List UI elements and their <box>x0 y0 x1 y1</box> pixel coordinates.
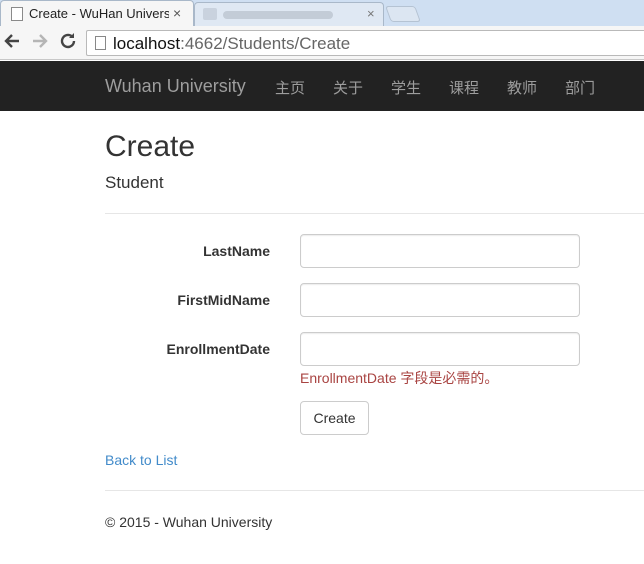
browser-tab-active[interactable]: Create - WuHan Univers × <box>0 0 194 26</box>
tab-close-icon[interactable]: × <box>367 6 375 21</box>
divider <box>105 213 644 214</box>
tab-title: Create - WuHan Univers <box>29 6 169 21</box>
tab-title-blurred <box>223 11 333 19</box>
nav-item-instructors[interactable]: 教师 <box>507 77 537 98</box>
nav-item-students[interactable]: 学生 <box>391 77 421 98</box>
enrollmentdate-label: EnrollmentDate <box>166 341 270 357</box>
reload-icon[interactable] <box>58 31 78 56</box>
page-title: Create <box>105 130 196 163</box>
enrollmentdate-validation-error: EnrollmentDate 字段是必需的。 <box>300 370 499 386</box>
lastname-label: LastName <box>203 243 270 259</box>
nav-item-departments[interactable]: 部门 <box>565 77 595 98</box>
back-arrow-icon[interactable] <box>2 31 22 56</box>
firstmidname-label: FirstMidName <box>177 292 270 308</box>
lastname-input[interactable] <box>300 234 580 268</box>
nav-item-about[interactable]: 关于 <box>333 77 363 98</box>
url-host: localhost <box>113 34 181 53</box>
site-navbar: Wuhan University 主页 关于 学生 课程 教师 部门 <box>0 61 644 111</box>
tab-close-icon[interactable]: × <box>173 5 181 21</box>
page-icon <box>95 36 106 50</box>
url-text: localhost:4662/Students/Create <box>113 34 350 54</box>
enrollmentdate-input[interactable] <box>300 332 580 366</box>
favicon-icon <box>11 7 23 21</box>
new-tab-button[interactable] <box>385 6 421 22</box>
browser-toolbar: localhost:4662/Students/Create <box>0 26 644 60</box>
footer-divider <box>105 490 644 491</box>
address-bar[interactable]: localhost:4662/Students/Create <box>86 30 644 56</box>
favicon-icon <box>203 8 217 20</box>
nav-item-courses[interactable]: 课程 <box>449 77 479 98</box>
page-subtitle: Student <box>105 173 164 192</box>
firstmidname-input[interactable] <box>300 283 580 317</box>
back-to-list-link[interactable]: Back to List <box>105 452 177 468</box>
forward-arrow-icon[interactable] <box>30 31 50 56</box>
url-path: :4662/Students/Create <box>180 34 351 53</box>
navbar-brand[interactable]: Wuhan University <box>105 76 246 97</box>
nav-item-home[interactable]: 主页 <box>275 77 305 98</box>
browser-tab-inactive[interactable]: × <box>194 2 384 26</box>
browser-tab-strip: Create - WuHan Univers × × <box>0 0 644 26</box>
footer-text: © 2015 - Wuhan University <box>105 514 273 530</box>
create-button[interactable]: Create <box>300 401 369 435</box>
